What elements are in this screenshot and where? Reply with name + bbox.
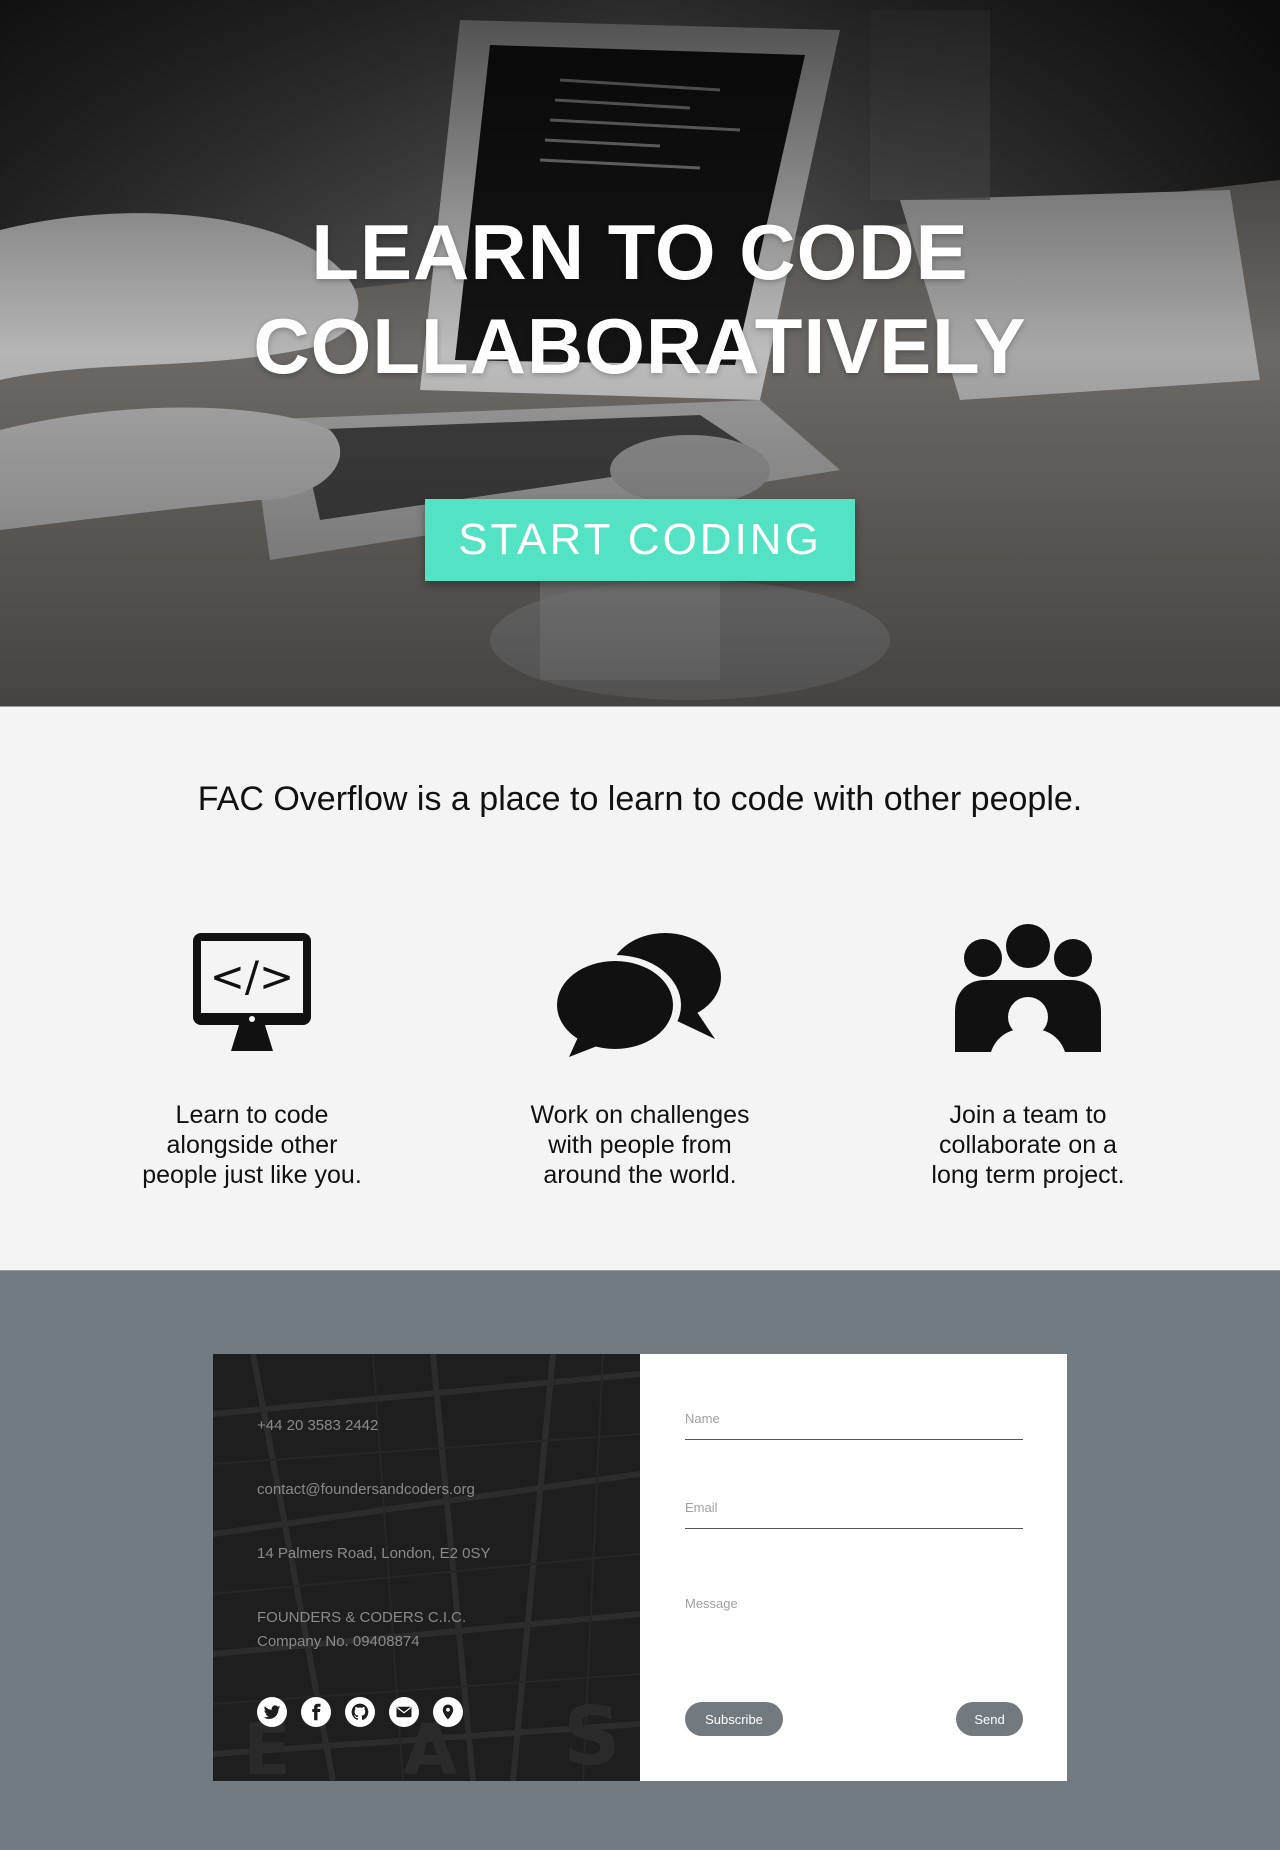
email-field[interactable] (685, 1500, 1023, 1515)
contact-section: E A S +44 20 3583 2442 contact@foundersa… (0, 1271, 1280, 1850)
contact-email[interactable]: contact@foundersandcoders.org (257, 1478, 475, 1502)
email-field-wrapper (685, 1499, 1023, 1529)
feature-learn-line: Learn to code (175, 1101, 329, 1129)
company-details: FOUNDERS & CODERS C.I.C. Company No. 094… (257, 1606, 466, 1654)
svg-text:S: S (563, 1690, 621, 1781)
feature-challenges: Work on challenges with people from arou… (470, 922, 810, 1190)
message-field[interactable] (685, 1596, 1023, 1686)
intro-tagline: FAC Overflow is a place to learn to code… (197, 780, 1083, 818)
contact-address: 14 Palmers Road, London, E2 0SY (257, 1545, 491, 1562)
name-field[interactable] (685, 1411, 1023, 1426)
features-section: FAC Overflow is a place to learn to code… (0, 706, 1280, 1271)
feature-team-line: collaborate on a (939, 1131, 1117, 1159)
message-field-wrapper (685, 1596, 1023, 1691)
feature-learn-line: people just like you. (142, 1161, 362, 1189)
feature-team-line: long term project. (931, 1161, 1125, 1189)
contact-phone[interactable]: +44 20 3583 2442 (257, 1414, 378, 1438)
hero-title-line-1: LEARN TO CODE (311, 208, 969, 296)
social-links (257, 1697, 463, 1727)
feature-learn: </> Learn to code alongside other people… (82, 922, 422, 1190)
location-pin-icon[interactable] (433, 1697, 463, 1727)
svg-text:</>: </> (210, 952, 295, 1001)
contact-form: Subscribe Send (640, 1354, 1067, 1781)
company-name: FOUNDERS & CODERS C.I.C. (257, 1609, 467, 1626)
chat-bubbles-icon (555, 933, 721, 1057)
facebook-icon[interactable] (301, 1697, 331, 1727)
feature-learn-line: alongside other (166, 1131, 338, 1159)
name-field-wrapper (685, 1410, 1023, 1440)
company-number: Company No. 09408874 (257, 1633, 420, 1650)
subscribe-button[interactable]: Subscribe (685, 1702, 783, 1736)
feature-challenges-text: Work on challenges with people from arou… (470, 1100, 810, 1190)
github-icon[interactable] (345, 1697, 375, 1727)
twitter-icon[interactable] (257, 1697, 287, 1727)
hero-title: LEARN TO CODE COLLABORATIVELY (0, 205, 1280, 393)
feature-challenges-line: Work on challenges (530, 1101, 750, 1129)
feature-learn-text: Learn to code alongside other people jus… (82, 1100, 422, 1190)
send-button[interactable]: Send (956, 1702, 1023, 1736)
hero-title-line-2: COLLABORATIVELY (253, 302, 1027, 390)
feature-team-line: Join a team to (949, 1101, 1107, 1129)
feature-challenges-line: with people from (548, 1131, 732, 1159)
feature-team: Join a team to collaborate on a long ter… (858, 922, 1198, 1190)
contact-info-card: E A S +44 20 3583 2442 contact@foundersa… (213, 1354, 640, 1781)
feature-team-text: Join a team to collaborate on a long ter… (858, 1100, 1198, 1190)
mail-icon[interactable] (389, 1697, 419, 1727)
hero-section: LEARN TO CODE COLLABORATIVELY START CODI… (0, 0, 1280, 706)
team-icon (955, 924, 1101, 1052)
feature-challenges-line: around the world. (543, 1161, 737, 1189)
start-coding-button[interactable]: START CODING (425, 499, 855, 581)
code-monitor-icon: </> (193, 933, 311, 1051)
